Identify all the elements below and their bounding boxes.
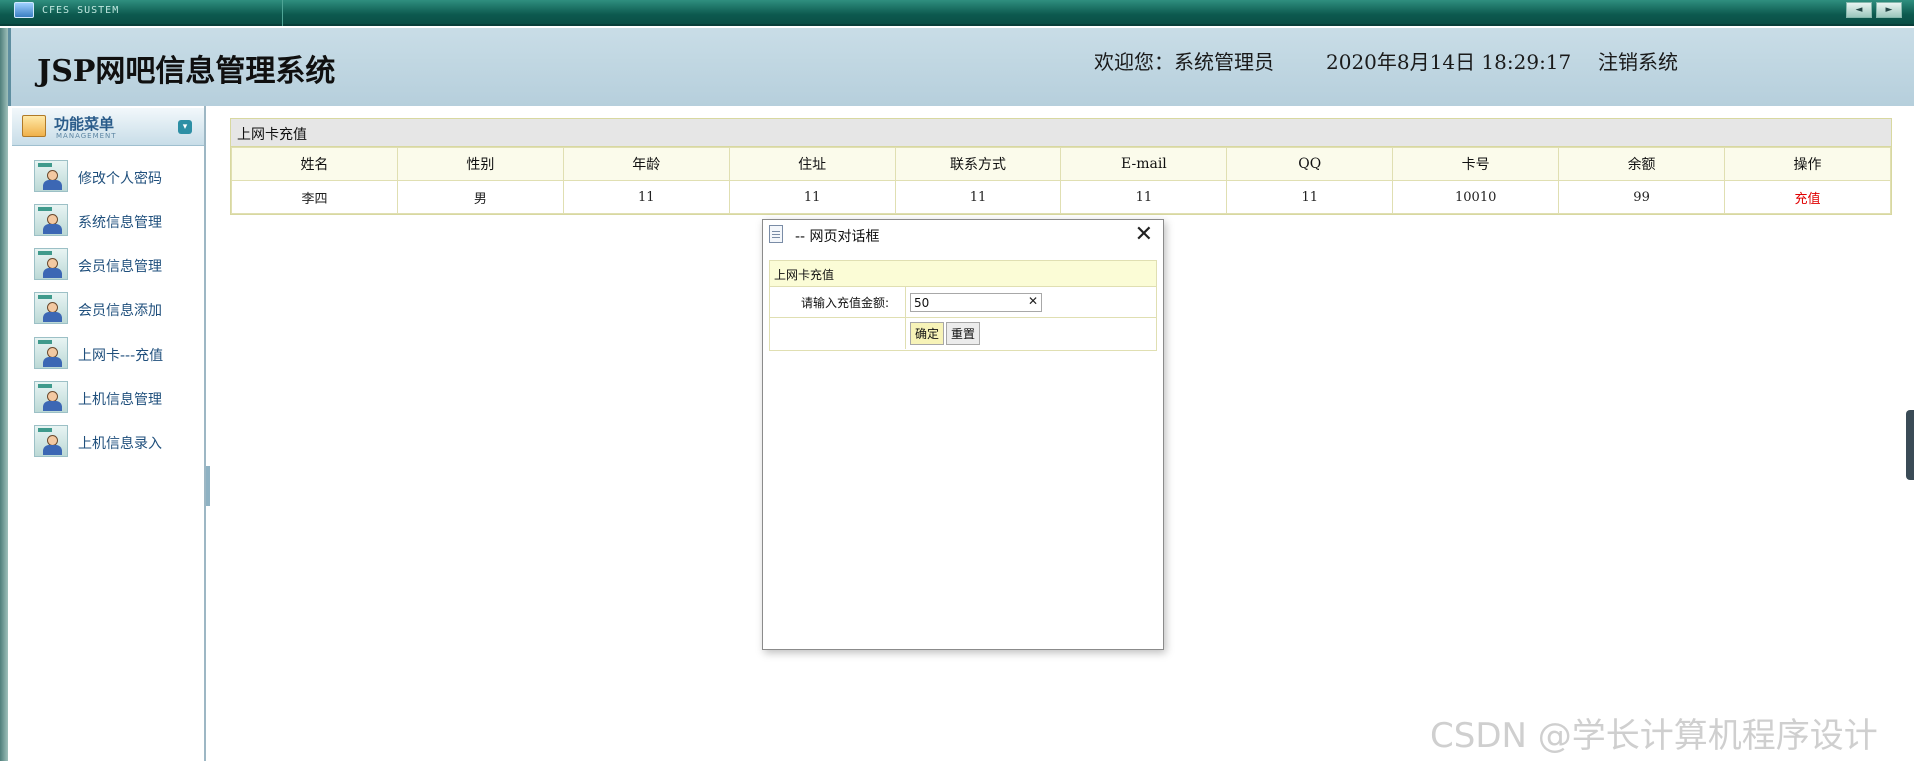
- user-card-icon: [34, 160, 68, 192]
- column-header: 操作: [1724, 147, 1891, 181]
- sidebar-item-system-info[interactable]: 系统信息管理: [34, 204, 204, 236]
- clear-input-icon[interactable]: ✕: [1028, 294, 1038, 308]
- scrollbar-edge[interactable]: [1906, 410, 1914, 480]
- dialog-titlebar[interactable]: -- 网页对话框 ✕: [763, 220, 1163, 250]
- empty-label-cell: [770, 318, 906, 349]
- sidebar-item-label: 修改个人密码: [78, 171, 162, 187]
- menu-folder-icon: [22, 115, 46, 137]
- left-frame-border: [0, 28, 8, 761]
- user-card-icon: [34, 292, 68, 324]
- sidebar-item-session-entry[interactable]: 上机信息录入: [34, 425, 204, 457]
- cell-qq: 11: [1226, 180, 1394, 214]
- column-header: 余额: [1558, 147, 1726, 181]
- welcome-text: 欢迎您：系统管理员: [1094, 50, 1274, 74]
- dialog-close-icon[interactable]: ✕: [1135, 222, 1153, 247]
- system-title: JSP网吧信息管理系统: [37, 54, 336, 89]
- sidebar-item-card-recharge[interactable]: 上网卡---充值: [34, 337, 204, 369]
- app-window: CFES SUSTEM ◄ ► JSP网吧信息管理系统 欢迎您：系统管理员 20…: [0, 0, 1914, 761]
- user-card-icon: [34, 248, 68, 280]
- member-table: 姓名 性别 年龄 住址 联系方式 E-mail QQ 卡号 余额 操作 李四 男…: [231, 147, 1891, 214]
- sidebar-item-label: 上网卡---充值: [78, 348, 164, 364]
- cell-card-number: 10010: [1392, 180, 1560, 214]
- amount-input[interactable]: [910, 293, 1042, 312]
- sidebar-item-label: 上机信息管理: [78, 392, 162, 408]
- sidebar-item-label: 上机信息录入: [78, 436, 162, 452]
- confirm-button[interactable]: 确定: [910, 322, 945, 345]
- window-titlebar: CFES SUSTEM ◄ ►: [0, 0, 1914, 26]
- sidebar-item-label: 会员信息管理: [78, 259, 162, 275]
- column-header: 年龄: [562, 147, 730, 181]
- column-header: 卡号: [1392, 147, 1560, 181]
- web-dialog: -- 网页对话框 ✕ 上网卡充值 请输入充值金额: ✕ 确定 重置: [762, 219, 1164, 650]
- watermark: CSDN @学长计算机程序设计: [1430, 716, 1878, 756]
- current-datetime: 2020年8月14日 18:29:17: [1326, 50, 1572, 74]
- cell-gender: 男: [396, 180, 564, 214]
- amount-row: 请输入充值金额: ✕: [770, 287, 1156, 318]
- cell-age: 11: [562, 180, 730, 214]
- user-card-icon: [34, 337, 68, 369]
- sidebar-item-member-manage[interactable]: 会员信息管理: [34, 248, 204, 280]
- menu-subtitle: MANAGEMENT: [56, 132, 117, 140]
- cell-address: 11: [728, 180, 896, 214]
- recharge-link[interactable]: 充值: [1795, 192, 1821, 207]
- amount-label: 请输入充值金额:: [770, 287, 906, 318]
- nav-back-button[interactable]: ◄: [1846, 2, 1872, 18]
- column-header: 联系方式: [894, 147, 1062, 181]
- user-card-icon: [34, 204, 68, 236]
- cell-email: 11: [1060, 180, 1228, 214]
- sidebar-item-session-manage[interactable]: 上机信息管理: [34, 381, 204, 413]
- sidebar-item-label: 系统信息管理: [78, 215, 162, 231]
- collapse-menu-icon[interactable]: ▾: [178, 120, 192, 134]
- sidebar-splitter-handle[interactable]: [206, 466, 210, 506]
- table-header-row: 姓名 性别 年龄 住址 联系方式 E-mail QQ 卡号 余额 操作: [231, 147, 1891, 181]
- sidebar-item-label: 会员信息添加: [78, 303, 162, 319]
- column-header: QQ: [1226, 147, 1394, 181]
- document-icon: [769, 225, 783, 243]
- table-row: 李四 男 11 11 11 11 11 10010 99 充值: [231, 180, 1891, 214]
- user-card-icon: [34, 381, 68, 413]
- sidebar-item-member-add[interactable]: 会员信息添加: [34, 292, 204, 324]
- app-title: CFES SUSTEM: [42, 5, 120, 16]
- form-title: 上网卡充值: [770, 261, 1156, 287]
- logout-link[interactable]: 注销系统: [1598, 46, 1678, 75]
- monitor-icon: [14, 2, 34, 18]
- dialog-title: -- 网页对话框: [795, 229, 880, 245]
- reset-button[interactable]: 重置: [946, 322, 981, 345]
- column-header: E-mail: [1060, 147, 1228, 181]
- cell-name: 李四: [231, 180, 398, 214]
- recharge-panel: 上网卡充值 姓名 性别 年龄 住址 联系方式 E-mail QQ 卡号 余额 操…: [230, 118, 1892, 215]
- sidebar: 功能菜单 MANAGEMENT ▾ 修改个人密码 系统信息管理 会员信息管理 会…: [10, 106, 206, 761]
- sidebar-item-change-password[interactable]: 修改个人密码: [34, 160, 204, 192]
- panel-title: 上网卡充值: [231, 119, 1891, 147]
- cell-action: 充值: [1724, 180, 1891, 214]
- buttons-row: 确定 重置: [770, 318, 1156, 349]
- column-header: 姓名: [231, 147, 398, 181]
- nav-forward-button[interactable]: ►: [1876, 2, 1902, 18]
- cell-balance: 99: [1558, 180, 1726, 214]
- menu-header: 功能菜单 MANAGEMENT ▾: [12, 108, 204, 146]
- user-card-icon: [34, 425, 68, 457]
- menu-title: 功能菜单: [54, 115, 115, 133]
- recharge-form: 上网卡充值 请输入充值金额: ✕ 确定 重置: [769, 260, 1157, 351]
- page-header: JSP网吧信息管理系统 欢迎您：系统管理员 2020年8月14日 18:29:1…: [8, 28, 1914, 106]
- column-header: 住址: [728, 147, 896, 181]
- titlebar-divider: [282, 0, 283, 26]
- column-header: 性别: [396, 147, 564, 181]
- cell-contact: 11: [894, 180, 1062, 214]
